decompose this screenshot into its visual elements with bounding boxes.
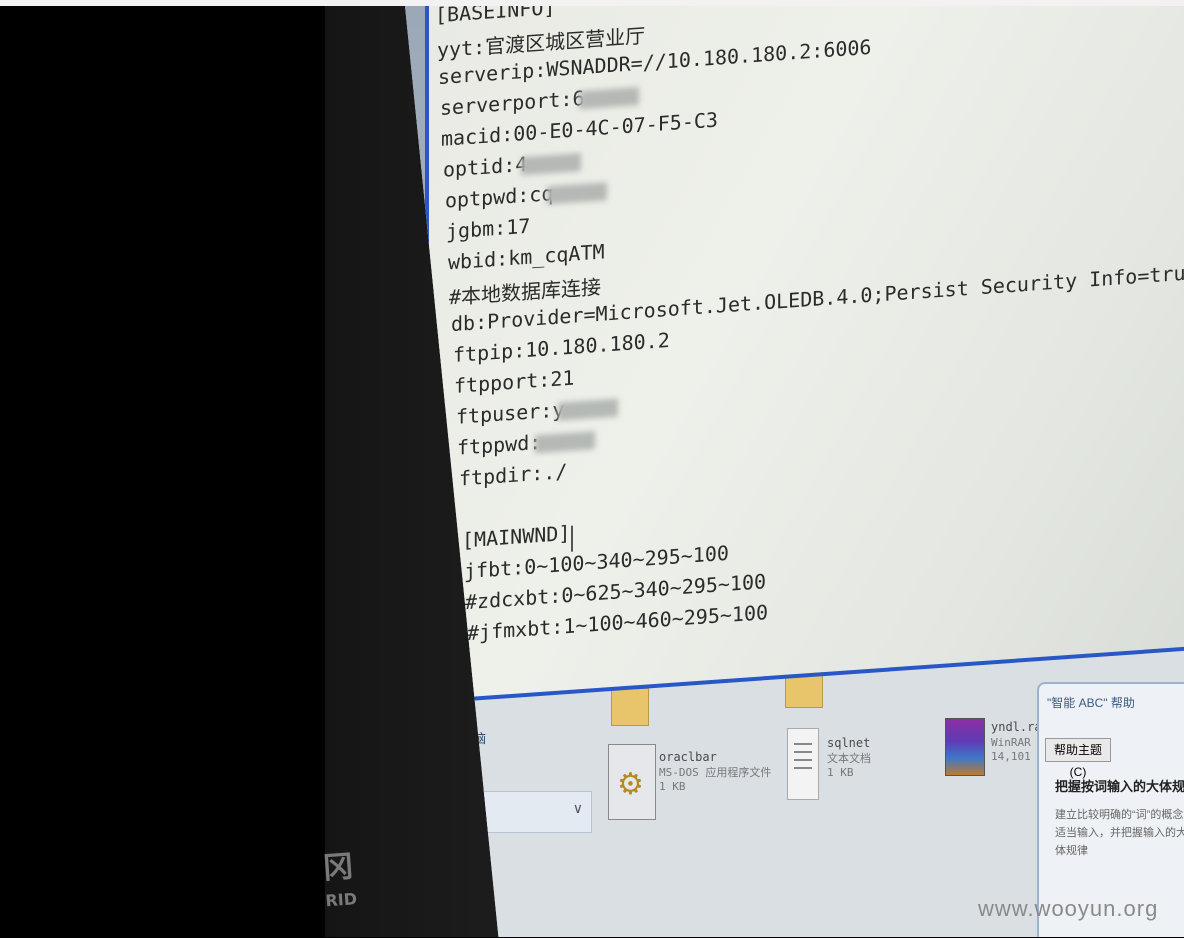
file-desc: 文本文档: [827, 752, 871, 765]
editor-line: [BASEINFO]: [435, 6, 555, 27]
editor-line-text: ftpuser:y: [456, 397, 565, 429]
file-item-sqlnet[interactable]: sqlnet 文本文档 1 KB: [827, 736, 871, 779]
editor-line: jgbm:17: [446, 214, 530, 244]
help-window-title: "智能 ABC" 帮助: [1047, 696, 1135, 710]
editor-line-text: serverport:6: [440, 85, 585, 120]
batch-file-icon[interactable]: [608, 744, 656, 820]
file-size: 1 KB: [659, 780, 686, 793]
watermark: www.wooyun.org: [978, 896, 1159, 921]
monitor-screen: 文 进 这 置 的电脑 ∨ 息 oraclbar MS-DOS 应用程序文件 1…: [405, 6, 1184, 937]
redaction-blur: [547, 181, 608, 204]
redaction-blur: [521, 152, 582, 175]
editor-line-text: wbid:km_cqATM: [448, 239, 605, 275]
bezel-logo-mark: 冈: [322, 849, 355, 887]
file-desc: MS-DOS 应用程序文件: [659, 766, 772, 779]
rar-archive-icon[interactable]: [945, 718, 985, 776]
editor-line-text: optid:4: [443, 151, 528, 182]
bezel-logo-sub: RID: [324, 889, 358, 911]
editor-line-text: ftpport:21: [454, 365, 575, 398]
file-name: sqlnet: [827, 736, 871, 750]
editor-line: ftpport:21: [454, 366, 574, 398]
editor-line-text: ftpdir:./: [459, 459, 568, 491]
folder-icon[interactable]: [611, 688, 649, 726]
bezel-logo: 冈 RID: [322, 849, 368, 938]
editor-line: optpwd:cq: [445, 177, 608, 213]
chevron-down-icon[interactable]: ∨: [573, 800, 583, 817]
editor-line-text: [MAINWND]: [462, 520, 571, 553]
redaction-blur: [535, 430, 596, 453]
editor-line: ftpdir:./: [459, 459, 567, 491]
editor-line-text: jgbm:17: [446, 213, 531, 244]
file-name: oraclbar: [659, 750, 717, 764]
text-editor-window[interactable]: [BASEINFO] yyt:官渡区城区营业厅 serverip:WSNADDR=/…: [425, 6, 1184, 704]
editor-line-text: [BASEINFO]: [435, 6, 556, 28]
text-document-icon[interactable]: [787, 728, 819, 800]
editor-line: ftppwd:: [457, 426, 596, 460]
editor-line: optid:4: [443, 148, 582, 182]
file-size: 1 KB: [827, 766, 854, 779]
redaction-blur: [578, 86, 639, 109]
help-body-text: 建立比较明确的“词”的概念，适当输入，并把握输入的大体规律: [1055, 809, 1184, 857]
text-cursor-icon: [571, 525, 573, 552]
help-topics-tab[interactable]: 帮助主题(C): [1045, 738, 1111, 779]
file-item-oraclbar[interactable]: oraclbar MS-DOS 应用程序文件 1 KB: [659, 750, 771, 793]
editor-line-text: optpwd:cq: [445, 181, 554, 213]
editor-line: ftpuser:y: [456, 393, 619, 429]
editor-line: [MAINWND]: [462, 521, 570, 553]
editor-line: wbid:km_cqATM: [448, 239, 605, 274]
redaction-blur: [558, 397, 619, 421]
help-heading: 把握按词输入的大体规律: [1055, 779, 1184, 794]
editor-line-text: ftppwd:: [457, 429, 542, 460]
